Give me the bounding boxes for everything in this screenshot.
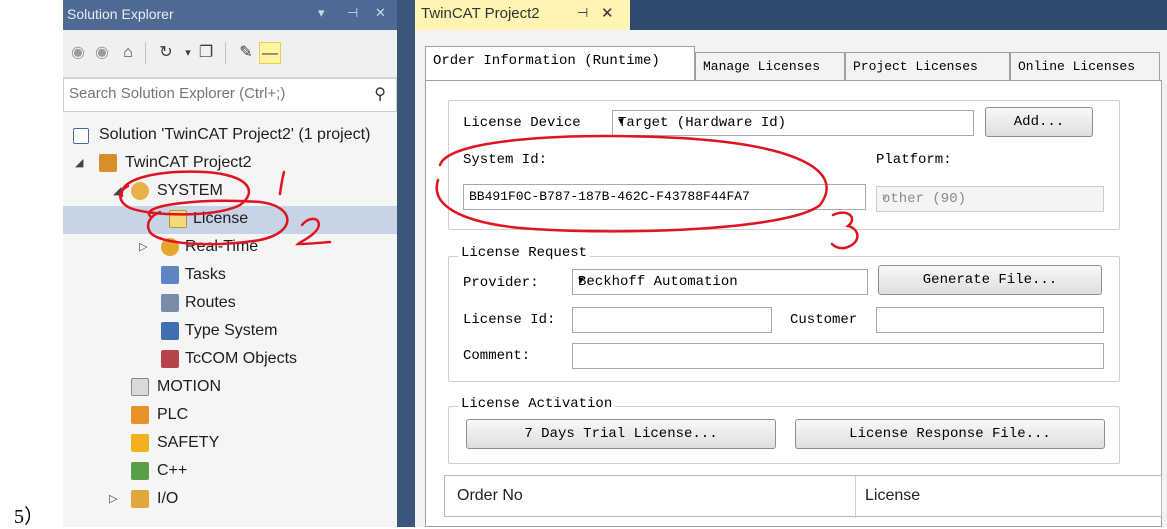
pane-divider[interactable] <box>397 0 415 527</box>
tree-tasks[interactable]: Tasks <box>71 262 397 290</box>
tree-license[interactable]: License <box>63 206 397 234</box>
chevron-down-icon: ▼ <box>578 276 585 287</box>
pin-icon[interactable]: ⊣ <box>577 5 588 21</box>
customer-field[interactable] <box>876 307 1104 333</box>
tree-motion[interactable]: MOTION <box>71 374 397 402</box>
copy-icon[interactable]: ❐ <box>195 42 217 64</box>
tree-cpp[interactable]: C++ <box>71 458 397 486</box>
add-button[interactable]: Add... <box>985 107 1093 137</box>
solution-icon <box>73 128 89 144</box>
tree-project[interactable]: ◢ TwinCAT Project2 <box>71 150 397 178</box>
tab-order-information[interactable]: Order Information (Runtime) <box>425 46 695 80</box>
tree-realtime[interactable]: ▷ Real-Time <box>71 234 397 262</box>
tab-manage-licenses[interactable]: Manage Licenses <box>695 52 845 80</box>
license-response-file-button[interactable]: License Response File... <box>795 419 1105 449</box>
trial-license-button[interactable]: 7 Days Trial License... <box>466 419 776 449</box>
license-device-select[interactable]: Target (Hardware Id) ▼ <box>612 110 974 136</box>
back-icon[interactable]: ◉ <box>67 42 89 64</box>
solution-explorer-pane: Solution Explorer ▾ ⊣ ✕ ◉ ◉ ⌂ ↻ ▾ ❐ ✎ — … <box>63 0 397 527</box>
tree-safety[interactable]: SAFETY <box>71 430 397 458</box>
generate-file-button[interactable]: Generate File... <box>878 265 1102 295</box>
license-id-label: License Id: <box>463 312 556 328</box>
tab-online-licenses[interactable]: Online Licenses <box>1010 52 1160 80</box>
tree-system[interactable]: ◢ SYSTEM <box>71 178 397 206</box>
forward-icon[interactable]: ◉ <box>91 42 113 64</box>
routes-icon <box>161 294 179 312</box>
wrench-icon[interactable]: ✎ <box>235 42 257 64</box>
solution-explorer-toolbar: ◉ ◉ ⌂ ↻ ▾ ❐ ✎ — <box>63 30 397 78</box>
motion-icon <box>131 378 149 396</box>
tree-plc[interactable]: PLC <box>71 402 397 430</box>
safety-icon <box>131 434 149 452</box>
license-device-label: License Device <box>463 115 581 131</box>
customer-label: Customer <box>790 312 858 328</box>
comment-field[interactable] <box>572 343 1104 369</box>
collapsed-icon[interactable]: ▷ <box>109 492 117 505</box>
platform-label: Platform: <box>876 152 952 168</box>
license-id-field[interactable] <box>572 307 772 333</box>
document-tab[interactable]: TwinCAT Project2 ⊣ ✕ <box>415 0 630 30</box>
solution-explorer-title-bar: Solution Explorer ▾ ⊣ ✕ <box>63 0 397 30</box>
search-box[interactable]: ⚲ <box>63 78 397 112</box>
plc-icon <box>131 406 149 424</box>
minimize-icon[interactable]: — <box>259 42 281 64</box>
chevron-down-icon: ▼ <box>618 117 625 128</box>
tree-type-system[interactable]: Type System <box>71 318 397 346</box>
realtime-icon <box>161 238 179 256</box>
search-input[interactable] <box>67 84 371 103</box>
column-header-license[interactable]: License <box>865 487 920 505</box>
history-icon[interactable]: ↻ <box>155 42 177 64</box>
document-tab-title: TwinCAT Project2 <box>421 5 540 22</box>
tasks-icon <box>161 266 179 284</box>
document-tab-bar: TwinCAT Project2 ⊣ ✕ <box>415 0 1167 30</box>
search-icon[interactable]: ⚲ <box>374 84 386 104</box>
tab-project-licenses[interactable]: Project Licenses <box>845 52 1010 80</box>
provider-label: Provider: <box>463 275 539 291</box>
tree-io[interactable]: ▷ I/O <box>71 486 397 514</box>
tccom-icon <box>161 350 179 368</box>
chevron-down-icon: ▼ <box>882 193 889 204</box>
comment-label: Comment: <box>463 348 531 364</box>
twincat-project-icon <box>99 154 117 172</box>
system-id-field[interactable]: BB491F0C-B787-187B-462C-F43788F44FA7 <box>463 184 866 210</box>
tree-solution[interactable]: Solution 'TwinCAT Project2' (1 project) <box>71 122 397 150</box>
type-system-icon <box>161 322 179 340</box>
tree-routes[interactable]: Routes <box>71 290 397 318</box>
platform-select: other (90) ▼ <box>876 186 1104 212</box>
solution-explorer-title: Solution Explorer <box>67 6 174 22</box>
close-icon[interactable]: ✕ <box>375 5 386 21</box>
pin-icon[interactable]: ⊣ <box>347 5 358 21</box>
dropdown-icon[interactable]: ▾ <box>318 5 325 21</box>
close-icon[interactable]: ✕ <box>601 4 614 22</box>
licenses-table-header: Order No License <box>444 475 1162 518</box>
cpp-icon <box>131 462 149 480</box>
expanded-icon[interactable]: ◢ <box>113 184 121 197</box>
license-icon <box>169 210 187 228</box>
page-label: 5） <box>14 506 44 528</box>
expanded-icon[interactable]: ◢ <box>75 156 83 169</box>
system-icon <box>131 182 149 200</box>
provider-select[interactable]: Beckhoff Automation ▼ <box>572 269 868 295</box>
column-header-order-no[interactable]: Order No <box>457 487 523 505</box>
license-activation-legend: License Activation <box>458 396 616 412</box>
system-id-label: System Id: <box>463 152 548 168</box>
io-icon <box>131 490 149 508</box>
license-request-legend: License Request <box>458 245 591 261</box>
tree-tccom[interactable]: TcCOM Objects <box>71 346 397 374</box>
home-icon[interactable]: ⌂ <box>117 42 139 64</box>
collapsed-icon[interactable]: ▷ <box>139 240 147 253</box>
